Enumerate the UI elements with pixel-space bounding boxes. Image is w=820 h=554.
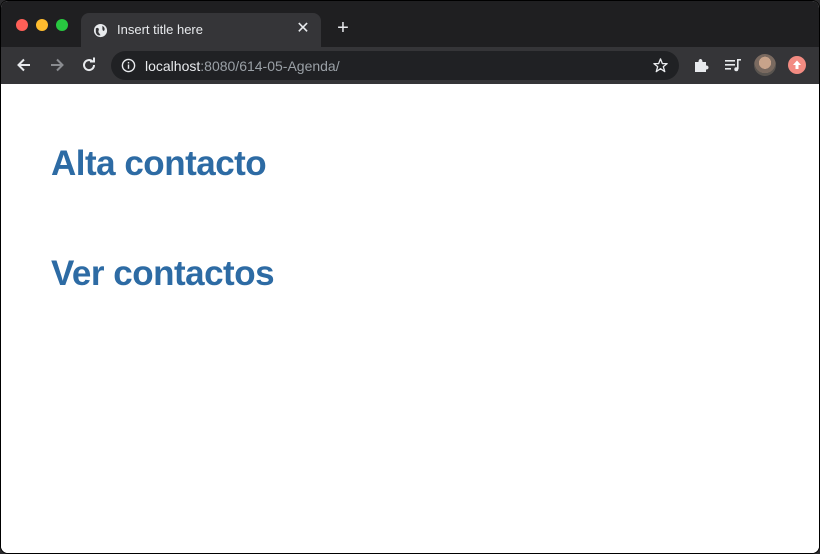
arrow-up-icon bbox=[793, 60, 801, 69]
page-content: Alta contacto Ver contactos bbox=[1, 84, 819, 553]
forward-button[interactable] bbox=[47, 55, 67, 75]
new-tab-button[interactable]: + bbox=[333, 18, 353, 39]
window-close-button[interactable] bbox=[16, 19, 28, 31]
window-maximize-button[interactable] bbox=[56, 19, 68, 31]
puzzle-icon bbox=[695, 59, 709, 72]
arrow-right-icon bbox=[51, 58, 64, 72]
reload-button[interactable] bbox=[79, 55, 99, 75]
bookmark-star-icon[interactable] bbox=[652, 57, 669, 74]
url-path: :8080/614-05-Agenda/ bbox=[200, 58, 340, 74]
info-icon[interactable] bbox=[121, 58, 136, 73]
tab-strip: Insert title here ✕ + bbox=[1, 1, 819, 47]
media-control-button[interactable] bbox=[723, 55, 743, 75]
tab-active[interactable]: Insert title here ✕ bbox=[81, 13, 321, 47]
window-minimize-button[interactable] bbox=[36, 19, 48, 31]
back-button[interactable] bbox=[14, 55, 34, 75]
url-text[interactable]: localhost:8080/614-05-Agenda/ bbox=[145, 58, 340, 74]
arrow-left-icon bbox=[17, 58, 30, 72]
browser-toolbar: localhost:8080/614-05-Agenda/ bbox=[1, 47, 819, 84]
playlist-icon bbox=[725, 59, 741, 72]
link-alta-contacto[interactable]: Alta contacto bbox=[51, 144, 267, 184]
reload-icon bbox=[83, 57, 96, 72]
tab-title: Insert title here bbox=[117, 22, 203, 37]
address-bar[interactable]: localhost:8080/614-05-Agenda/ bbox=[111, 51, 679, 80]
browser-window: Insert title here ✕ + localhost:8080/614… bbox=[0, 0, 820, 554]
extensions-button[interactable] bbox=[691, 55, 711, 75]
url-host: localhost bbox=[145, 58, 201, 74]
globe-icon bbox=[93, 23, 108, 38]
update-button[interactable] bbox=[788, 56, 806, 74]
profile-avatar[interactable] bbox=[754, 54, 776, 76]
tab-close-icon[interactable]: ✕ bbox=[295, 21, 311, 37]
link-ver-contactos[interactable]: Ver contactos bbox=[51, 254, 275, 294]
